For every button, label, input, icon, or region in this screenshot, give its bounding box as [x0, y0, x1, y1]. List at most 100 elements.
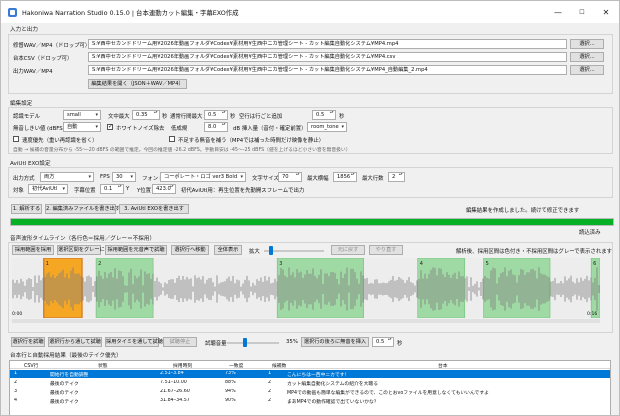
volume-slider-track[interactable] [227, 342, 279, 344]
db-insert-label: dB 挿入量（音付・確定前置） [233, 126, 307, 132]
video-path-input[interactable]: S:¥西中セカンドドリーム用¥2026年動画フォルダ¥Codex¥素材用¥生西中… [88, 39, 567, 49]
insert-silence-button[interactable]: 選択行の後ろに無音を挿入 [301, 337, 369, 347]
edit-section-title: 編集設定 [10, 101, 33, 107]
cell-cands: 1 [268, 371, 272, 376]
redo-button[interactable]: やり直す [369, 245, 403, 255]
adopt-range-button[interactable]: 採用範囲を採用 [12, 245, 54, 255]
table-row[interactable]: 3 最後のテイク 21.67–26.60 94% 2 MP4での動画も簡単な編集… [10, 388, 610, 396]
cell-match: 73% [225, 371, 236, 376]
output-path-input[interactable]: S:¥西中セカンドドリーム用¥2026年動画フォルダ¥Codex¥素材用¥生西中… [88, 65, 567, 75]
silence-label: 無音しきい値 (dBFS) [13, 126, 65, 132]
minimize-button[interactable]: — [547, 1, 569, 23]
font-select[interactable]: コーポレート・ロゴ ver3 Bold [160, 172, 246, 182]
subtitle-pos-spinner[interactable]: 0.1 [100, 184, 124, 194]
script-table: CSV行 状態 採用時刻 一致度 候補数 台本 1 開始行を自動調整 2.51–… [9, 360, 611, 415]
csv-choose-button[interactable]: 選択... [570, 52, 604, 62]
cell-state: 最後のテイク [50, 400, 79, 405]
gray-range-button[interactable]: 選択区間をグレーに [57, 245, 105, 255]
video-choose-button[interactable]: 選択... [570, 39, 604, 49]
font-size-spinner[interactable]: 70 [278, 172, 302, 182]
preview-row-button[interactable]: 選択行を試聴 [11, 337, 45, 347]
maximize-button[interactable]: ☐ [571, 1, 593, 23]
fill-silence-label: 不足する無音を補う（MP4では補った時間だけ映像を静止） [178, 138, 325, 144]
header-time[interactable]: 採用時刻 [173, 362, 192, 369]
y-position-spinner[interactable]: 423.0 [152, 184, 176, 194]
font-size-label: 文字サイズ [252, 176, 279, 182]
char-max-spinner[interactable]: 0.35 [132, 110, 160, 120]
fps-label: FPS [100, 174, 110, 180]
analyze-button[interactable]: 1. 解析する [11, 204, 42, 214]
region-label: 3 [279, 261, 282, 267]
show-all-button[interactable]: 全体表示 [214, 245, 242, 255]
region-label: 1 [46, 261, 49, 267]
cell-state: 最後のテイク [50, 382, 79, 387]
model-label: 認識モデル [13, 114, 40, 120]
stop-preview-button[interactable]: 試聴停止 [163, 337, 197, 347]
line-max-unit: 秒 [230, 114, 236, 120]
char-max-unit: 秒 [162, 114, 168, 120]
csv-path-input[interactable]: S:¥西中セカンドドリーム用¥2026年動画フォルダ¥Codex¥素材用¥生西中… [88, 52, 567, 62]
close-button[interactable]: ✕ [595, 1, 617, 23]
max-width-spinner[interactable]: 1856 [333, 172, 357, 182]
progress-fill [11, 219, 613, 225]
max-lines-spinner[interactable]: 2 [388, 172, 405, 182]
cell-cands: 2 [268, 380, 272, 385]
header-state[interactable]: 状態 [98, 362, 108, 369]
header-text[interactable]: 台本 [438, 362, 448, 369]
open-result-button[interactable]: 編集結果を開く（JSON＋WAV／MP4） [88, 79, 187, 89]
y-position-label: Y位置 [137, 188, 152, 194]
preview-through-button[interactable]: 採用タイミを通して試聴 [105, 337, 163, 347]
cell-text: こんにちは一西中ニカです！ [287, 373, 350, 378]
move-to-row-button[interactable]: 選択行へ移動 [171, 245, 209, 255]
zoom-slider-thumb[interactable] [269, 246, 273, 255]
cell-cands: 2 [268, 398, 272, 403]
silence-select[interactable]: 自動 [63, 122, 101, 132]
header-csv[interactable]: CSV行 [24, 362, 38, 369]
fill-silence-checkbox[interactable] [169, 136, 175, 142]
cell-match: 90% [225, 398, 236, 403]
cell-match: 88% [225, 380, 236, 385]
cell-text: MP4での動画も簡単な編集ができるので、このとおvoファイルを用意しなくてもいい… [287, 391, 489, 396]
noise-label: ホワイトノイズ除去 [116, 126, 165, 132]
waveform-scrollbar[interactable] [12, 319, 600, 323]
cell-state: 最後のテイク [50, 391, 79, 396]
undo-button[interactable]: 元に戻す [331, 245, 365, 255]
status-text: 編集結果を作成しました。続けて修正できます [466, 208, 580, 214]
table-row[interactable]: 2 最後のテイク 7.51–10.00 88% 2 カット編集自動化システムの紹… [10, 379, 610, 387]
waveform-canvas[interactable]: 1 2 3 4 5 6 [12, 258, 600, 318]
db-insert-select[interactable]: room_tone [307, 122, 347, 132]
aviutl-section-title: AviUtl EXO設定 [10, 161, 51, 167]
noise-checkbox[interactable] [107, 123, 113, 130]
cell-time: 31.84–34.57 [160, 398, 190, 403]
line-max-spinner[interactable]: 0.5 [204, 110, 228, 120]
zoom-slider-track[interactable] [264, 250, 324, 252]
model-select[interactable]: small [63, 110, 101, 120]
insert-silence-spinner[interactable]: 0.5 [372, 337, 394, 347]
output-choose-button[interactable]: 選択... [570, 65, 604, 75]
window-title: Hakoniwa Narration Studio 0.15.0 | 台本連動カ… [22, 8, 239, 17]
time-start: 0:00 [12, 312, 23, 317]
fps-select[interactable]: 30 [112, 172, 136, 182]
table-row[interactable]: 4 最後のテイク 31.84–34.57 90% 2 まあMP4での動作確認で出… [10, 397, 610, 405]
export-edited-button[interactable]: 2. 編集済みファイルを書き出す [45, 204, 120, 214]
cell-cands: 2 [268, 389, 272, 394]
empty-line-spinner[interactable]: 0.5 [312, 110, 336, 120]
table-row[interactable]: 1 開始行を自動調整 2.51–3.84 73% 1 こんにちは一西中ニカです！ [10, 370, 610, 378]
subtitle-pos-unit: Y [126, 186, 130, 192]
target-select[interactable]: 初代AviUtl [28, 184, 68, 194]
preview-from-row-button[interactable]: 選択行から通して試聴 [48, 337, 102, 347]
header-cands[interactable]: 候補数 [272, 362, 286, 369]
output-mode-select[interactable]: 両方 [40, 172, 94, 182]
header-match[interactable]: 一致度 [229, 362, 243, 369]
volume-slider-thumb[interactable] [243, 338, 248, 347]
max-width-label: 最大横幅 [307, 176, 329, 182]
restore-audio-button[interactable]: 採用範囲を元音声で試聴 [105, 245, 167, 255]
speed-priority-checkbox[interactable] [13, 136, 19, 142]
csv-label: 台本CSV（ドロップ可） [13, 56, 73, 62]
speed-priority-label: 速度優先（重い再認識を省く） [22, 138, 98, 144]
title-bar: Hakoniwa Narration Studio 0.15.0 | 台本連動カ… [1, 1, 619, 23]
export-exo-button[interactable]: 3. AviUtl EXOを書き出す [119, 204, 189, 214]
app-window: Hakoniwa Narration Studio 0.15.0 | 台本連動カ… [0, 0, 620, 416]
app-icon [8, 7, 17, 17]
loudness-spinner[interactable]: 8.0 [204, 122, 228, 132]
